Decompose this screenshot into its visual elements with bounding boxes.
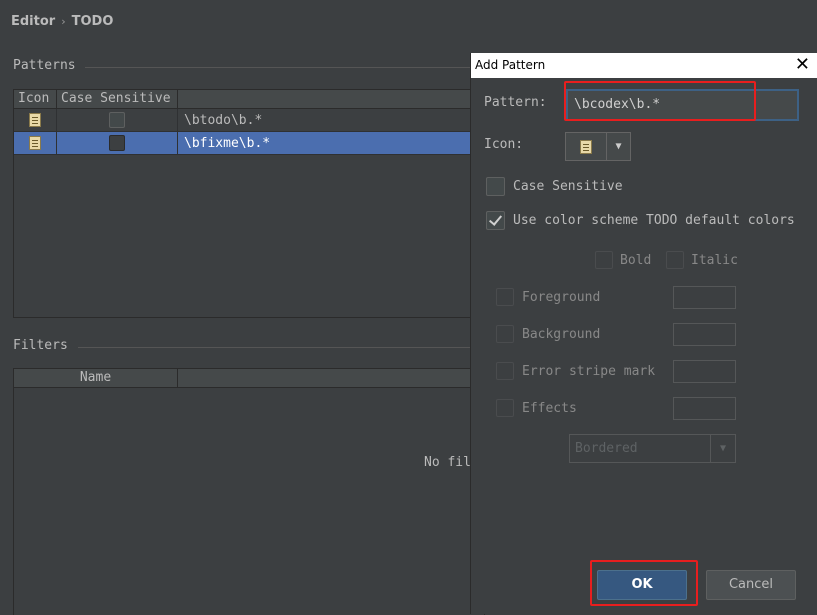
italic-option[interactable]: Italic xyxy=(666,251,738,269)
column-header-name[interactable]: Name xyxy=(14,369,178,387)
filters-empty-text: No fil xyxy=(424,455,471,470)
effect-type-dropdown[interactable]: Bordered ▼ xyxy=(569,434,736,463)
chevron-down-icon: ▼ xyxy=(710,435,735,462)
icon-label: Icon: xyxy=(484,137,524,152)
effects-option[interactable]: Effects xyxy=(496,399,577,417)
table-row[interactable]: \bfixme\b.* xyxy=(14,132,484,155)
dialog-titlebar[interactable]: Add Pattern ✕ xyxy=(471,53,817,78)
use-default-colors-label: Use color scheme TODO default colors xyxy=(513,213,795,228)
breadcrumb: Editor › TODO xyxy=(11,14,113,29)
patterns-table[interactable]: Icon Case Sensitive \btodo\b.* \bfixme\b… xyxy=(13,89,485,318)
document-icon xyxy=(29,136,41,150)
effects-label: Effects xyxy=(522,400,577,416)
row-pattern: \bfixme\b.* xyxy=(184,135,271,151)
patterns-table-header: Icon Case Sensitive xyxy=(14,90,484,109)
filters-divider xyxy=(78,347,478,348)
effects-checkbox[interactable] xyxy=(496,399,514,417)
icon-dropdown[interactable]: ▼ xyxy=(565,132,631,161)
background-option[interactable]: Background xyxy=(496,325,600,343)
breadcrumb-current: TODO xyxy=(71,14,114,29)
effects-color-swatch[interactable] xyxy=(673,397,736,420)
foreground-color-swatch[interactable] xyxy=(673,286,736,309)
ok-button[interactable]: OK xyxy=(597,570,687,600)
pattern-label: Pattern: xyxy=(484,95,547,110)
background-label: Background xyxy=(522,326,601,342)
document-icon xyxy=(580,139,592,154)
column-header-empty xyxy=(178,369,484,387)
bold-checkbox[interactable] xyxy=(595,251,613,269)
column-header-case-sensitive[interactable]: Case Sensitive xyxy=(57,90,178,108)
row-case-cell xyxy=(57,109,178,131)
filters-table[interactable]: Name No fil xyxy=(13,368,485,615)
use-default-colors-option[interactable]: Use color scheme TODO default colors xyxy=(486,211,795,230)
cancel-button[interactable]: Cancel xyxy=(706,570,796,600)
foreground-checkbox[interactable] xyxy=(496,288,514,306)
add-pattern-dialog: Add Pattern ✕ Pattern: \bcodex\b.* Icon:… xyxy=(470,53,817,614)
case-sensitive-checkbox[interactable] xyxy=(109,112,125,128)
error-stripe-color-swatch[interactable] xyxy=(673,360,736,383)
row-case-cell xyxy=(57,132,178,154)
italic-label: Italic xyxy=(691,252,738,268)
background-color-swatch[interactable] xyxy=(673,323,736,346)
error-stripe-label: Error stripe mark xyxy=(522,363,656,379)
table-row[interactable]: \btodo\b.* xyxy=(14,109,484,132)
use-default-colors-checkbox[interactable] xyxy=(486,211,505,230)
foreground-option[interactable]: Foreground xyxy=(496,288,600,306)
filters-title: Filters xyxy=(13,338,68,353)
row-icon-cell xyxy=(14,132,57,154)
row-icon-cell xyxy=(14,109,57,131)
dialog-title: Add Pattern xyxy=(475,58,546,72)
error-stripe-checkbox[interactable] xyxy=(496,362,514,380)
patterns-divider xyxy=(85,67,485,68)
close-icon[interactable]: ✕ xyxy=(795,54,810,76)
bold-label: Bold xyxy=(620,252,652,268)
pattern-input[interactable]: \bcodex\b.* xyxy=(566,89,799,121)
case-sensitive-checkbox[interactable] xyxy=(486,177,505,196)
chevron-down-icon: ▼ xyxy=(615,141,622,152)
filters-table-header: Name xyxy=(14,369,484,388)
case-sensitive-option[interactable]: Case Sensitive xyxy=(486,177,623,196)
error-stripe-option[interactable]: Error stripe mark xyxy=(496,362,655,380)
breadcrumb-parent[interactable]: Editor xyxy=(11,14,55,29)
patterns-title: Patterns xyxy=(13,58,76,73)
bold-option[interactable]: Bold xyxy=(595,251,651,269)
breadcrumb-separator: › xyxy=(61,15,66,28)
foreground-label: Foreground xyxy=(522,289,601,305)
effect-type-value: Bordered xyxy=(575,441,638,456)
case-sensitive-label: Case Sensitive xyxy=(513,179,623,194)
column-header-pattern[interactable] xyxy=(178,90,484,108)
icon-preview xyxy=(566,133,607,160)
document-icon xyxy=(29,113,41,127)
column-header-icon[interactable]: Icon xyxy=(14,90,57,108)
case-sensitive-checkbox[interactable] xyxy=(109,135,125,151)
row-pattern: \btodo\b.* xyxy=(184,112,263,128)
background-checkbox[interactable] xyxy=(496,325,514,343)
italic-checkbox[interactable] xyxy=(666,251,684,269)
